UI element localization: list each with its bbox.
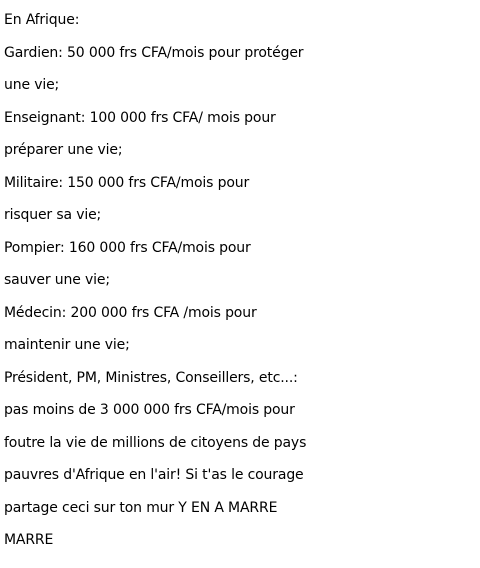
text-line: Gardien: 50 000 frs CFA/mois pour protég…	[4, 44, 304, 61]
message-text: En Afrique: Gardien: 50 000 frs CFA/mois…	[4, 4, 480, 557]
text-line: pas moins de 3 000 000 frs CFA/mois pour	[4, 402, 295, 418]
text-line: En Afrique:	[4, 12, 80, 28]
text-line: foutre la vie de millions de citoyens de…	[4, 434, 307, 451]
text-line: Président, PM, Ministres, Conseillers, e…	[4, 369, 298, 386]
text-line: MARRE	[4, 532, 54, 548]
text-line: Enseignant: 100 000 frs CFA/ mois pour	[4, 109, 276, 126]
text-line: risquer sa vie;	[4, 207, 102, 223]
text-line: sauver une vie;	[4, 272, 110, 288]
text-line: Militaire: 150 000 frs CFA/mois pour	[4, 174, 250, 191]
text-line: préparer une vie;	[4, 142, 123, 158]
text-line: maintenir une vie;	[4, 337, 130, 353]
text-line: pauvres d'Afrique en l'air! Si t'as le c…	[4, 467, 304, 483]
text-line: Pompier: 160 000 frs CFA/mois pour	[4, 239, 251, 256]
text-line: Médecin: 200 000 frs CFA /mois pour	[4, 304, 257, 321]
text-line: partage ceci sur ton mur Y EN A MARRE	[4, 499, 278, 516]
text-line: une vie;	[4, 77, 60, 93]
